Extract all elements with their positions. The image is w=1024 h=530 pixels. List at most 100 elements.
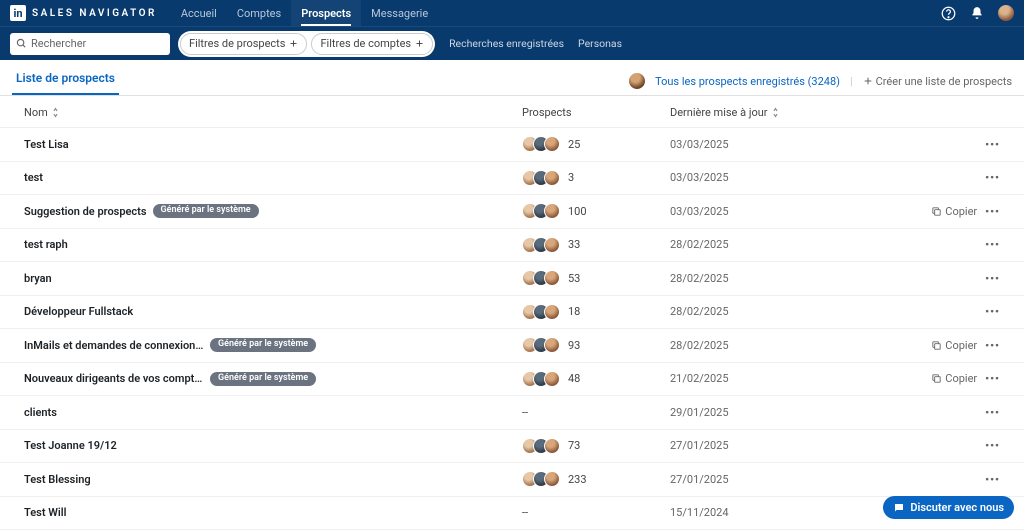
- copy-button[interactable]: Copier: [931, 372, 977, 385]
- face-stack: [522, 304, 560, 320]
- prospect-count: 233: [568, 473, 587, 486]
- topbar: in SALES NAVIGATOR Accueil Comptes Prosp…: [0, 0, 1024, 26]
- col-name-header[interactable]: Nom: [24, 106, 522, 119]
- table-row[interactable]: test raph3328/02/2025•••: [0, 229, 1024, 263]
- face-stack: [522, 136, 560, 152]
- row-date: 21/02/2025: [670, 372, 870, 385]
- create-list-link[interactable]: Créer une liste de prospects: [863, 75, 1012, 88]
- prospect-count: 18: [568, 305, 580, 318]
- face-stack: [522, 203, 560, 219]
- nav-home[interactable]: Accueil: [171, 0, 227, 26]
- col-prospects-header[interactable]: Prospects: [522, 106, 670, 119]
- row-name: Test Will: [24, 506, 67, 519]
- row-date: 28/02/2025: [670, 272, 870, 285]
- row-date: 27/01/2025: [670, 439, 870, 452]
- row-name: Test Joanne 19/12: [24, 439, 117, 452]
- more-menu[interactable]: •••: [985, 205, 1000, 218]
- more-menu[interactable]: •••: [985, 305, 1000, 318]
- more-menu[interactable]: •••: [985, 473, 1000, 486]
- prospect-count: 48: [568, 372, 580, 385]
- more-menu[interactable]: •••: [985, 372, 1000, 385]
- row-date: 03/03/2025: [670, 171, 870, 184]
- prospect-count: 3: [568, 171, 574, 184]
- table-row[interactable]: InMails et demandes de connexion accepté…: [0, 329, 1024, 363]
- brand-name: SALES NAVIGATOR: [32, 8, 157, 19]
- more-menu[interactable]: •••: [985, 339, 1000, 352]
- row-date: 03/03/2025: [670, 138, 870, 151]
- user-avatar[interactable]: [998, 5, 1014, 21]
- nav-accounts[interactable]: Comptes: [227, 0, 291, 26]
- personas-link[interactable]: Personas: [578, 37, 622, 50]
- plus-icon: [863, 76, 873, 86]
- table-header: Nom Prospects Dernière mise à jour: [0, 96, 1024, 128]
- more-menu[interactable]: •••: [985, 171, 1000, 184]
- row-date: 27/01/2025: [670, 473, 870, 486]
- prospect-filters-button[interactable]: Filtres de prospects: [180, 33, 307, 55]
- chat-button[interactable]: Discuter avec nous: [883, 496, 1014, 519]
- more-menu[interactable]: •••: [985, 439, 1000, 452]
- prospect-count: 100: [568, 205, 587, 218]
- table-row[interactable]: Test Blessing 233 27/01/2025 •••: [0, 463, 1024, 497]
- table-row[interactable]: clients -- 29/01/2025 •••: [0, 396, 1024, 430]
- tab-list-prospects[interactable]: Liste de prospects: [12, 71, 119, 95]
- row-name: clients: [24, 406, 57, 419]
- copy-button[interactable]: Copier: [931, 339, 977, 352]
- row-name: test: [24, 171, 43, 184]
- prospect-count: 53: [568, 272, 580, 285]
- nav-prospects[interactable]: Prospects: [291, 0, 361, 26]
- prospect-count: 33: [568, 238, 580, 251]
- row-name: bryan: [24, 272, 52, 285]
- more-menu[interactable]: •••: [985, 138, 1000, 151]
- face-stack: [522, 337, 560, 353]
- row-name: Test Lisa: [24, 138, 69, 151]
- more-menu[interactable]: •••: [985, 406, 1000, 419]
- row-date: 28/02/2025: [670, 305, 870, 318]
- sort-icon: [51, 107, 60, 118]
- table-row[interactable]: Test Joanne 19/12 73 27/01/2025 •••: [0, 430, 1024, 464]
- row-date: 29/01/2025: [670, 406, 870, 419]
- system-badge: Généré par le système: [210, 372, 316, 386]
- prospect-count: 73: [568, 439, 580, 452]
- face-stack: [522, 237, 560, 253]
- row-name: InMails et demandes de connexion accepté…: [24, 339, 204, 352]
- search-placeholder: Rechercher: [31, 37, 86, 50]
- nav-messaging[interactable]: Messagerie: [361, 0, 438, 26]
- col-updated-header[interactable]: Dernière mise à jour: [670, 106, 1000, 119]
- prospect-count: 93: [568, 339, 580, 352]
- face-stack: [522, 170, 560, 186]
- table-row[interactable]: Développeur Fullstack 18 28/02/2025 •••: [0, 296, 1024, 330]
- search-input[interactable]: Rechercher: [10, 33, 170, 55]
- all-saved-prospects-link[interactable]: Tous les prospects enregistrés (3248): [655, 75, 840, 88]
- account-filters-button[interactable]: Filtres de comptes: [311, 33, 433, 55]
- face-stack: [522, 371, 560, 387]
- row-name: Nouveaux dirigeants de vos comptes enreg…: [24, 372, 204, 385]
- prospect-count: --: [522, 406, 528, 419]
- row-date: 15/11/2024: [670, 506, 870, 519]
- sort-icon: [771, 107, 780, 118]
- prospect-count: --: [522, 506, 528, 519]
- help-icon[interactable]: [941, 6, 956, 21]
- row-name: Développeur Fullstack: [24, 305, 133, 318]
- table-row[interactable]: Nouveaux dirigeants de vos comptes enreg…: [0, 363, 1024, 397]
- table-row[interactable]: test 3 03/03/2025 •••: [0, 162, 1024, 196]
- saved-searches-link[interactable]: Recherches enregistrées: [449, 37, 564, 50]
- more-menu[interactable]: •••: [985, 238, 1000, 251]
- plus-icon: [415, 39, 424, 48]
- row-date: 28/02/2025: [670, 238, 870, 251]
- system-badge: Généré par le système: [153, 204, 259, 218]
- subheader: Liste de prospects Tous les prospects en…: [0, 60, 1024, 96]
- table-row[interactable]: Suggestion de prospects Généré par le sys…: [0, 195, 1024, 229]
- copy-button[interactable]: Copier: [931, 205, 977, 218]
- table-body: Test Lisa 25 03/03/2025 ••• test 3 03/03/2025 •…: [0, 128, 1024, 530]
- plus-icon: [289, 39, 298, 48]
- bell-icon[interactable]: [970, 6, 984, 20]
- table-row[interactable]: Test Lisa 25 03/03/2025 •••: [0, 128, 1024, 162]
- table-row[interactable]: bryan 53 28/02/2025 •••: [0, 262, 1024, 296]
- chat-icon: [893, 502, 905, 514]
- more-menu[interactable]: •••: [985, 272, 1000, 285]
- row-name: Suggestion de prospects: [24, 205, 147, 218]
- face-stack: [522, 270, 560, 286]
- row-name: Test Blessing: [24, 473, 91, 486]
- row-date: 28/02/2025: [670, 339, 870, 352]
- prospect-count: 25: [568, 138, 580, 151]
